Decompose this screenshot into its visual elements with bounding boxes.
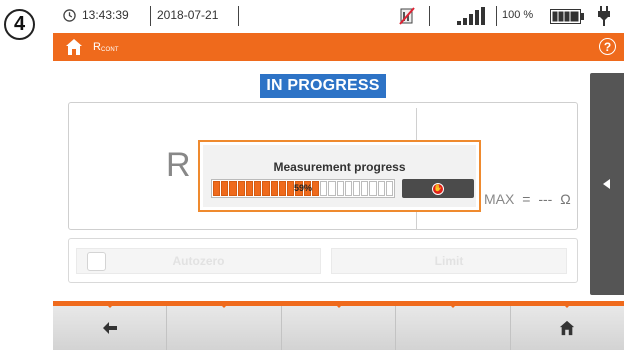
status-bar: 13:43:39 2018-07-21 100 %: [53, 0, 624, 33]
toolbar-slot-2[interactable]: [167, 304, 282, 350]
battery-icon: [550, 9, 584, 24]
chevron-left-icon: [603, 179, 610, 189]
progress-dialog-body: Measurement progress 59% ✋: [203, 145, 476, 207]
rmax-unit: Ω: [560, 191, 571, 207]
rmax-eq: =: [522, 191, 531, 207]
limit-label: Limit: [434, 254, 464, 268]
options-panel: Autozero Limit: [68, 238, 578, 283]
limit-button[interactable]: Limit: [331, 248, 567, 274]
clock-icon: [63, 8, 76, 22]
signal-strength-icon: [457, 7, 485, 25]
bottom-toolbar: [53, 304, 624, 350]
home-icon[interactable]: [65, 38, 83, 56]
home-toolbar-button[interactable]: [510, 304, 624, 350]
app-title-main: R: [93, 41, 101, 53]
rmax-value: ---: [538, 191, 553, 207]
autozero-label: Autozero: [172, 254, 225, 268]
autozero-checkbox[interactable]: [87, 252, 106, 271]
rmax-readout: MAX = --- Ω: [484, 191, 571, 207]
back-arrow-icon: [102, 322, 117, 334]
back-button[interactable]: [53, 304, 168, 350]
help-button[interactable]: ?: [599, 38, 616, 55]
progress-percent-text: 59%: [293, 183, 312, 193]
plug-icon: [598, 6, 610, 26]
title-bar: RCONT ?: [53, 33, 624, 61]
stop-button[interactable]: ✋: [402, 179, 474, 198]
battery-percent-text: 100 %: [502, 9, 534, 21]
toolbar-slot-4[interactable]: [396, 304, 511, 350]
side-panel-toggle[interactable]: [590, 73, 624, 295]
progress-dialog-title: Measurement progress: [273, 160, 406, 174]
rmax-label: MAX: [484, 191, 515, 207]
no-signal-icon: [399, 7, 415, 25]
app-title-sub: CONT: [100, 47, 119, 53]
step-number-badge: 4: [4, 9, 35, 40]
time-text: 13:43:39: [82, 8, 129, 22]
date-text: 2018-07-21: [157, 8, 219, 22]
clock-status: 13:43:39: [63, 8, 129, 22]
app-title: RCONT: [93, 41, 119, 53]
stop-hand-icon: ✋: [432, 182, 444, 195]
status-chip: IN PROGRESS: [260, 74, 386, 98]
autozero-button[interactable]: Autozero: [76, 248, 321, 274]
main-result-symbol: R: [166, 146, 191, 184]
progress-dialog: Measurement progress 59% ✋: [198, 140, 481, 212]
home-icon: [560, 320, 575, 336]
toolbar-slot-3[interactable]: [281, 304, 397, 350]
